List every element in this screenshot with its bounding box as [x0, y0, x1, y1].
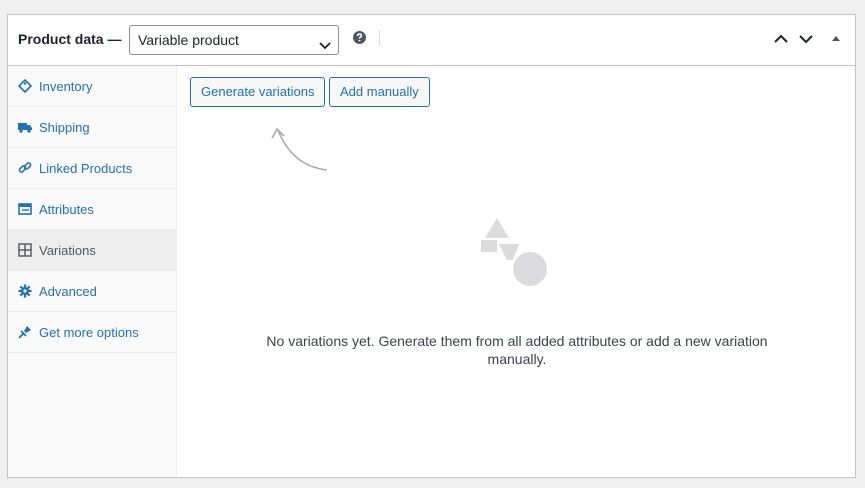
product-type-select[interactable]: Variable product	[129, 25, 339, 55]
tab-label: Advanced	[39, 283, 97, 299]
tab-shipping[interactable]: Shipping	[8, 107, 176, 148]
tab-attributes[interactable]: Attributes	[8, 189, 176, 230]
tab-linked-products[interactable]: Linked Products	[8, 148, 176, 189]
curved-arrow-icon	[262, 124, 332, 179]
tab-label: Get more options	[39, 324, 139, 340]
tab-label: Linked Products	[39, 160, 133, 176]
toggle-panel-button[interactable]	[830, 31, 842, 52]
gear-icon	[18, 284, 32, 298]
tab-label: Attributes	[39, 201, 94, 217]
header-divider	[379, 30, 380, 46]
variations-panel: Generate variations Add manually No vari…	[177, 66, 855, 477]
truck-icon	[18, 120, 32, 134]
chevron-down-icon	[799, 35, 813, 44]
tab-label: Inventory	[39, 78, 93, 94]
tab-variations[interactable]: Variations	[8, 230, 176, 271]
tab-inventory[interactable]: Inventory	[8, 66, 176, 107]
tab-get-more-options[interactable]: Get more options	[8, 312, 176, 353]
chevron-up-icon	[774, 34, 788, 43]
chevron-down-icon	[318, 33, 332, 61]
link-icon	[18, 161, 32, 175]
help-icon[interactable]	[353, 31, 366, 49]
move-up-button[interactable]	[773, 31, 789, 52]
tab-advanced[interactable]: Advanced	[8, 271, 176, 312]
panel-title: Product data —	[18, 31, 122, 47]
tab-label: Variations	[39, 242, 96, 258]
empty-state-message: No variations yet. Generate them from al…	[266, 333, 768, 367]
list-icon	[18, 202, 32, 216]
move-down-button[interactable]	[798, 31, 814, 52]
tab-label: Shipping	[39, 119, 90, 135]
plugin-icon	[18, 325, 32, 339]
tag-icon	[18, 79, 32, 93]
product-data-tabs: Inventory Shipping Linked Products Attri…	[8, 66, 177, 477]
product-type-value: Variable product	[138, 32, 239, 48]
add-manually-button[interactable]: Add manually	[329, 77, 430, 107]
generate-variations-button[interactable]: Generate variations	[190, 77, 326, 107]
shapes-illustration-icon	[479, 216, 554, 296]
product-data-panel: Product data — Variable product Inventor…	[7, 14, 856, 478]
grid-icon	[18, 243, 32, 257]
triangle-up-icon	[832, 36, 840, 41]
panel-header: Product data — Variable product	[8, 15, 855, 66]
